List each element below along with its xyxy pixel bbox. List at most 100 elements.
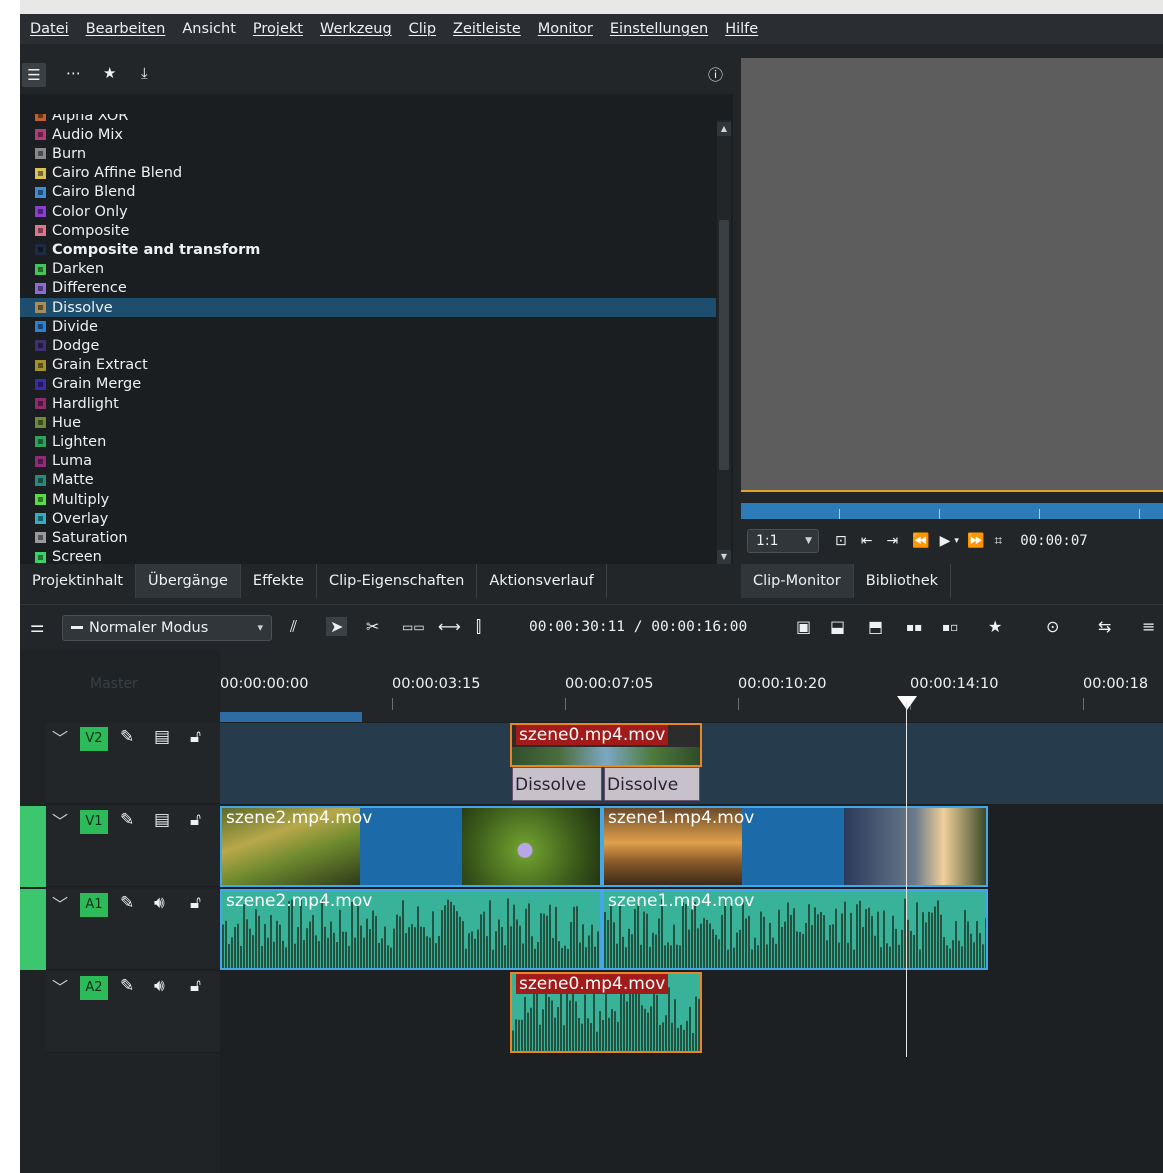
collapse-icon[interactable]: ﹀	[52, 808, 68, 832]
transition-item[interactable]: Cairo Blend	[20, 183, 716, 202]
film-icon[interactable]: ▤	[154, 810, 170, 830]
transition-item[interactable]: Luma	[20, 452, 716, 471]
list-scrollbar[interactable]: ▲ ▼	[717, 120, 731, 564]
tab-uebergaenge[interactable]: Übergänge	[136, 564, 241, 598]
effect-icon[interactable]: ✎	[120, 727, 134, 747]
favorite-icon[interactable]: ★	[988, 617, 1002, 636]
record-icon[interactable]: ⊙	[1046, 617, 1059, 636]
mixer-icon[interactable]: ⇆	[1098, 617, 1111, 636]
clip-szene1-audio[interactable]: szene1.mp4.mov	[602, 889, 988, 970]
transition-item[interactable]: Color Only	[20, 202, 716, 221]
master-label[interactable]: Master	[90, 676, 138, 692]
menu-ansicht[interactable]: Ansicht	[182, 21, 236, 37]
monitor-ruler[interactable]	[741, 503, 1163, 519]
transition-item[interactable]: Matte	[20, 471, 716, 490]
lock-icon[interactable]: 🔓︎	[190, 893, 201, 913]
transition-item[interactable]: Overlay	[20, 509, 716, 528]
tab-effekte[interactable]: Effekte	[241, 564, 317, 598]
transition-item[interactable]: Grain Merge	[20, 375, 716, 394]
transition-item[interactable]: Multiply	[20, 490, 716, 509]
transition-dissolve[interactable]: Dissolve	[512, 767, 602, 801]
transition-item[interactable]: Difference	[20, 279, 716, 298]
transition-item[interactable]: Dissolve	[20, 298, 716, 317]
overwrite-clip-icon[interactable]: ⬒	[868, 617, 883, 636]
tree-view-icon[interactable]: ☰	[22, 63, 46, 87]
menu-werkzeug[interactable]: Werkzeug	[320, 21, 392, 37]
menu-icon[interactable]: ≡	[1142, 617, 1155, 636]
scroll-down-icon[interactable]: ▼	[717, 550, 731, 564]
collapse-icon[interactable]: ﹀	[52, 974, 68, 998]
effect-icon[interactable]: ✎	[120, 893, 134, 913]
set-in-icon[interactable]: ⇤	[861, 533, 873, 549]
scroll-up-icon[interactable]: ▲	[717, 122, 731, 136]
tab-clip-eigenschaften[interactable]: Clip-Eigenschaften	[317, 564, 478, 598]
play-menu-icon[interactable]: ▾	[954, 536, 959, 546]
forward-icon[interactable]: ⏩	[967, 533, 984, 549]
lift-icon[interactable]: ▪▪	[906, 620, 922, 634]
track-area-a2[interactable]: szene0.mp4.mov	[220, 972, 1163, 1053]
menu-projekt[interactable]: Projekt	[253, 21, 303, 37]
transition-dissolve[interactable]: Dissolve	[604, 767, 700, 801]
transition-item[interactable]: Divide	[20, 317, 716, 336]
select-tool-icon[interactable]: ➤	[326, 617, 348, 636]
track-name[interactable]: V1	[80, 810, 108, 834]
transition-item[interactable]: Cairo Affine Blend	[20, 164, 716, 183]
transition-item[interactable]: Audio Mix	[20, 125, 716, 144]
spacer-tool-icon[interactable]: ⫽	[290, 617, 297, 637]
clip-szene2-audio[interactable]: szene2.mp4.mov	[220, 889, 602, 970]
transition-item[interactable]: Saturation	[20, 528, 716, 547]
transition-item[interactable]: Hue	[20, 413, 716, 432]
edit-mode-select[interactable]: Normaler Modus	[62, 615, 272, 641]
menu-zeitleiste[interactable]: Zeitleiste	[453, 21, 521, 37]
info-icon[interactable]: ⓘ	[708, 64, 723, 85]
set-out-icon[interactable]: ⇥	[886, 533, 898, 549]
clip-szene0[interactable]: szene0.mp4.mov	[510, 723, 702, 767]
clip-szene1[interactable]: szene1.mp4.mov	[602, 806, 988, 887]
rewind-icon[interactable]: ⏪	[912, 533, 929, 549]
transition-item[interactable]: Lighten	[20, 432, 716, 451]
transition-item[interactable]: Composite and transform	[20, 240, 716, 259]
collapse-icon[interactable]: ﹀	[52, 725, 68, 749]
lock-icon[interactable]: 🔓︎	[190, 727, 201, 747]
track-area-v1[interactable]: szene2.mp4.mov szene1.mp4.mov	[220, 806, 1163, 887]
transition-item[interactable]: Dodge	[20, 336, 716, 355]
collapse-icon[interactable]: ﹀	[52, 891, 68, 915]
menu-einstellungen[interactable]: Einstellungen	[610, 21, 708, 37]
more-icon[interactable]: ⋯	[66, 64, 81, 82]
transition-item[interactable]: Hardlight	[20, 394, 716, 413]
film-icon[interactable]: ▤	[154, 727, 170, 747]
extract-icon[interactable]: ▪▫	[942, 620, 958, 634]
effect-icon[interactable]: ✎	[120, 976, 134, 996]
crop-icon[interactable]: ⌗	[994, 533, 1002, 549]
track-area-a1[interactable]: szene2.mp4.mov szene1.mp4.mov	[220, 889, 1163, 970]
transition-item[interactable]: Composite	[20, 221, 716, 240]
track-name[interactable]: V2	[80, 727, 108, 751]
transition-item[interactable]: Burn	[20, 144, 716, 163]
fit-icon[interactable]: ⊡	[835, 533, 847, 549]
insert-icon[interactable]: ▭▭	[402, 620, 425, 634]
insert-clip-icon[interactable]: ⬓	[830, 617, 845, 636]
effect-icon[interactable]: ✎	[120, 810, 134, 830]
clip-szene0-audio[interactable]: szene0.mp4.mov	[510, 972, 702, 1053]
scroll-thumb[interactable]	[719, 220, 729, 470]
menu-hilfe[interactable]: Hilfe	[725, 21, 758, 37]
menu-clip[interactable]: Clip	[409, 21, 436, 37]
transition-item[interactable]: Alpha XOR	[20, 114, 716, 125]
ripple-icon[interactable]: ⫿	[476, 617, 481, 637]
fit-zone-icon[interactable]: ⟷	[438, 617, 461, 636]
download-icon[interactable]: ⤓	[141, 64, 148, 82]
track-name[interactable]: A2	[80, 976, 108, 1000]
playhead-handle[interactable]	[897, 696, 917, 710]
lock-icon[interactable]: 🔓︎	[190, 810, 201, 830]
track-name[interactable]: A1	[80, 893, 108, 917]
transition-item[interactable]: Grain Extract	[20, 356, 716, 375]
speaker-icon[interactable]: 🔊︎	[154, 893, 165, 913]
tab-aktionsverlauf[interactable]: Aktionsverlauf	[477, 564, 607, 598]
timeline-zone[interactable]	[220, 712, 362, 722]
timeline-settings-icon[interactable]: ⚌	[30, 617, 44, 636]
transition-item[interactable]: Darken	[20, 260, 716, 279]
clip-szene2[interactable]: szene2.mp4.mov	[220, 806, 602, 887]
speaker-icon[interactable]: 🔊︎	[154, 976, 165, 996]
menu-bearbeiten[interactable]: Bearbeiten	[86, 21, 166, 37]
razor-tool-icon[interactable]: ✂	[366, 617, 379, 636]
